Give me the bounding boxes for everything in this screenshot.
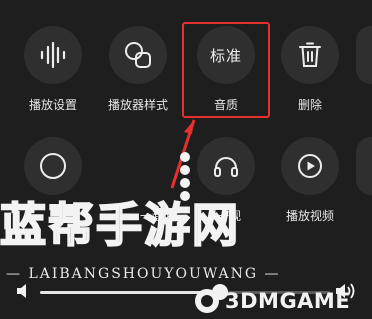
play-video-circle xyxy=(281,137,339,195)
row2-circle-3 xyxy=(197,137,255,195)
playback-settings-circle xyxy=(24,26,82,84)
playback-settings-button[interactable]: 播放设置 xyxy=(9,26,97,112)
watermark-dots xyxy=(180,152,192,201)
brand-text: 3DMGAME xyxy=(225,289,351,313)
play-video-icon xyxy=(298,154,322,178)
playback-settings-label: 播放设置 xyxy=(28,98,77,112)
brand-watermark: 3DMGAME xyxy=(195,288,350,314)
delete-circle xyxy=(281,26,339,84)
highlight-box xyxy=(182,22,270,118)
row2-circle-1 xyxy=(24,137,82,195)
player-style-label: 播放器样式 xyxy=(107,98,168,112)
delete-label: 删除 xyxy=(297,98,322,112)
listen-together-circle xyxy=(109,137,167,195)
volume-slider-fill xyxy=(40,291,220,294)
watermark-main: 蓝帮手游网 xyxy=(0,198,240,252)
overlap-circles-icon xyxy=(125,42,151,68)
row2-button-1[interactable] xyxy=(9,137,97,195)
player-style-button[interactable]: 播放器样式 xyxy=(94,26,182,112)
waveform-icon xyxy=(40,42,66,68)
headset-icon xyxy=(214,157,238,177)
more-button-edge[interactable] xyxy=(356,26,372,84)
brand-logo-icon xyxy=(195,289,219,313)
row2-button-edge[interactable] xyxy=(356,137,372,195)
delete-button[interactable]: 删除 xyxy=(266,26,354,112)
player-more-panel: 播放设置 播放器样式 标准 音质 删除 一起听 一视 播放视频 蓝帮手游网 — … xyxy=(0,0,372,319)
ring-icon xyxy=(40,153,66,179)
volume-low-icon[interactable] xyxy=(14,281,34,301)
player-style-circle xyxy=(109,26,167,84)
trash-icon xyxy=(299,42,321,67)
watermark-sub: — LAIBANGSHOUYOUWANG — xyxy=(6,266,281,282)
